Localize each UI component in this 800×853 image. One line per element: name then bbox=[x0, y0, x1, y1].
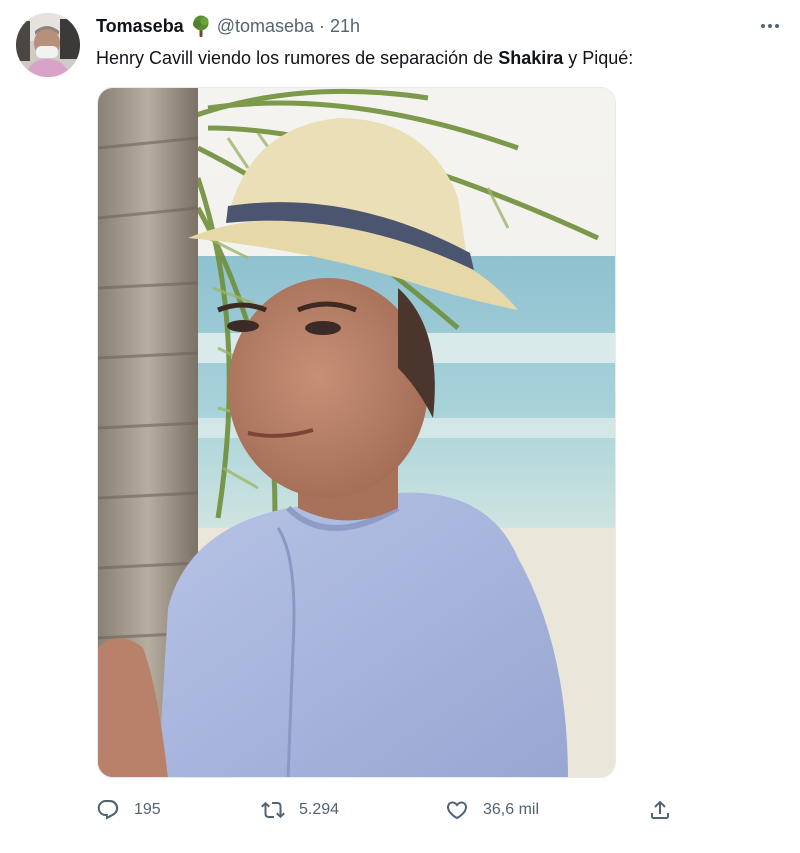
tweet-text-part: Henry Cavill viendo los rumores de separ… bbox=[96, 48, 499, 68]
tweet: Tomaseba @tomaseba · 21h Henry Cavill vi… bbox=[0, 0, 800, 853]
retweet-button[interactable]: 5.294 bbox=[261, 790, 339, 830]
reply-count: 195 bbox=[134, 801, 161, 818]
more-horizontal-icon bbox=[761, 24, 779, 28]
reply-icon bbox=[97, 800, 119, 820]
more-button[interactable] bbox=[752, 12, 788, 40]
like-count: 36,6 mil bbox=[483, 801, 540, 818]
tweet-header: Tomaseba @tomaseba · 21h bbox=[96, 14, 360, 38]
retweet-count: 5.294 bbox=[299, 801, 340, 818]
display-name[interactable]: Tomaseba bbox=[96, 14, 184, 38]
like-button[interactable]: 36,6 mil bbox=[445, 790, 539, 830]
share-button[interactable] bbox=[648, 790, 672, 830]
avatar-photo bbox=[16, 13, 80, 77]
timestamp[interactable]: 21h bbox=[330, 14, 360, 38]
tweet-media-photo[interactable] bbox=[97, 87, 616, 778]
avatar[interactable] bbox=[16, 13, 80, 77]
tweet-text: Henry Cavill viendo los rumores de separ… bbox=[96, 45, 786, 71]
photo-man-with-straw-hat-under-palm-tree bbox=[98, 88, 615, 777]
tweet-actions: 195 5.294 36,6 mil bbox=[0, 790, 800, 830]
tweet-text-part: y Piqué: bbox=[563, 48, 634, 68]
tweet-text-bold: Shakira bbox=[498, 48, 564, 68]
user-handle[interactable]: @tomaseba bbox=[217, 14, 314, 38]
share-icon bbox=[651, 800, 669, 819]
separator-dot: · bbox=[319, 16, 326, 36]
tree-emoji-icon bbox=[191, 15, 211, 37]
reply-button[interactable]: 195 bbox=[96, 790, 161, 830]
retweet-icon bbox=[261, 801, 285, 819]
heart-icon bbox=[446, 801, 468, 820]
